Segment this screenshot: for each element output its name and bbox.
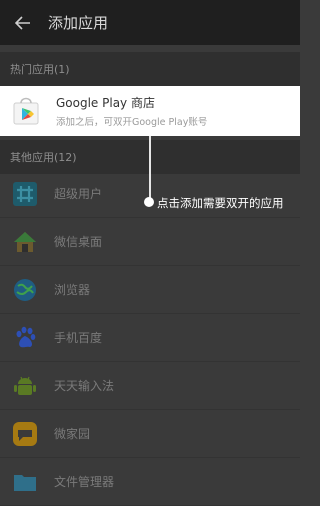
folder-icon: [14, 474, 36, 491]
list-item-label: 浏览器: [54, 283, 91, 297]
tooltip-connector-line: [149, 136, 151, 202]
list-item-browser[interactable]: 浏览器: [0, 266, 300, 314]
arrow-left-icon: [15, 15, 30, 30]
list-item-weijiayuan[interactable]: 微家园: [0, 410, 300, 458]
google-play-subtitle: 添加之后，可双开Google Play账号: [56, 117, 208, 128]
list-item-label: 天天输入法: [54, 379, 115, 393]
list-item-label: 微信桌面: [54, 235, 103, 249]
list-item-input-method[interactable]: 天天输入法: [0, 362, 300, 410]
app-list: 超级用户 微信桌面 浏览器 手机百度 天天输入法 微家园 文件管理器: [0, 170, 300, 506]
tooltip-anchor-dot: [144, 197, 154, 207]
home-launcher-icon: [14, 231, 36, 252]
list-item-baidu[interactable]: 手机百度: [0, 314, 300, 362]
list-item-label: 手机百度: [54, 331, 103, 345]
browser-globe-icon: [14, 278, 36, 301]
baidu-paw-icon: [16, 326, 36, 347]
list-item-label: 超级用户: [54, 187, 103, 201]
google-play-name: Google Play 商店: [56, 96, 155, 110]
list-item-label: 微家园: [54, 427, 91, 441]
list-item-label: 文件管理器: [54, 475, 115, 489]
list-item-launcher[interactable]: 微信桌面: [0, 218, 300, 266]
tooltip-text: 点击添加需要双开的应用: [157, 196, 284, 210]
app-bar: 添加应用: [0, 0, 300, 45]
google-play-icon: [13, 97, 39, 125]
hot-section-header: 热门应用(1): [0, 52, 300, 86]
google-play-item[interactable]: Google Play 商店 添加之后，可双开Google Play账号: [0, 86, 300, 136]
chat-bubble-icon: [13, 421, 37, 446]
list-item-file-manager[interactable]: 文件管理器: [0, 458, 300, 506]
back-button[interactable]: [0, 0, 46, 45]
superuser-icon: [13, 181, 37, 206]
page-title: 添加应用: [48, 14, 109, 32]
android-robot-icon: [14, 376, 36, 395]
